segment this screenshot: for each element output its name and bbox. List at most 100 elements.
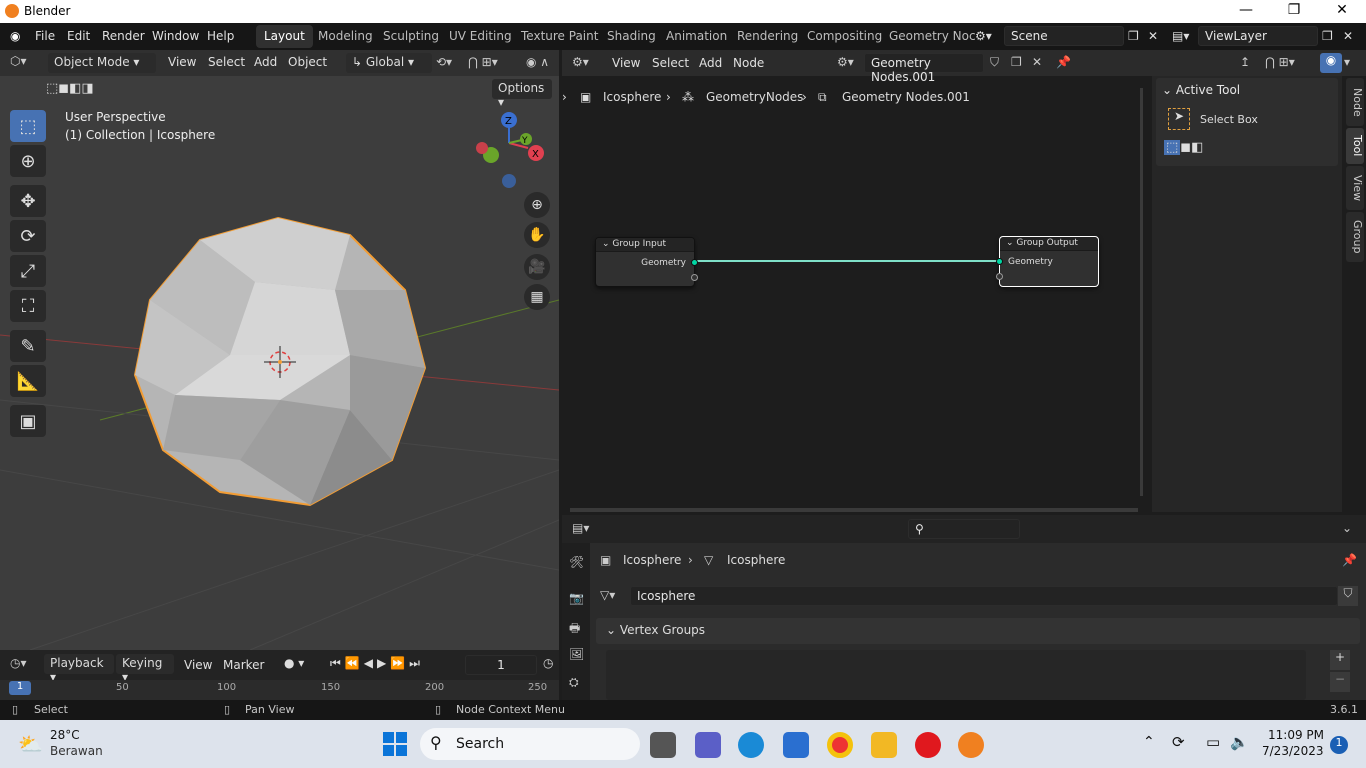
- tab-layout[interactable]: Layout: [256, 25, 313, 48]
- volume-icon[interactable]: 🔈: [1230, 733, 1249, 751]
- properties-options-icon[interactable]: ⌄: [1342, 521, 1352, 535]
- pan-hand-icon[interactable]: ✋: [524, 222, 550, 248]
- viewport-menu-select[interactable]: Select: [208, 55, 245, 69]
- measure-tool[interactable]: 📐: [10, 365, 46, 397]
- zoom-icon[interactable]: ⊕: [524, 192, 550, 218]
- 3d-viewport[interactable]: ⬡▾ Object Mode ▾ View Select Add Object …: [0, 50, 559, 650]
- snap-icon[interactable]: ⋂ ⊞▾: [468, 55, 498, 69]
- tab-rendering[interactable]: Rendering: [729, 25, 806, 48]
- annotate-tool[interactable]: ✎: [10, 330, 46, 362]
- tab-compositing[interactable]: Compositing: [799, 25, 890, 48]
- new-viewlayer-icon[interactable]: ❐: [1322, 29, 1333, 43]
- close-button[interactable]: ✕: [1322, 2, 1362, 18]
- edge-icon[interactable]: [738, 732, 764, 758]
- playback-dropdown[interactable]: Playback ▾: [44, 654, 114, 684]
- group-output-geometry-socket[interactable]: [996, 258, 1003, 265]
- mesh-fake-user-icon[interactable]: ⛉: [1338, 586, 1358, 606]
- transform-tool[interactable]: ⛶: [10, 290, 46, 322]
- navigation-gizmo[interactable]: Z X Y: [470, 108, 550, 188]
- properties-editor[interactable]: ▤▾ ⚲ ⌄ 🛠 📷 🖶 🖼 ⛭ ▣ Icosphere › ▽ Icosphe…: [562, 515, 1366, 700]
- chrome-icon[interactable]: [827, 732, 853, 758]
- tab-group[interactable]: Group: [1346, 212, 1364, 262]
- clock-icon[interactable]: ◷: [543, 656, 553, 670]
- rotate-tool[interactable]: ⟳: [10, 220, 46, 252]
- tab-sculpting[interactable]: Sculpting: [375, 25, 447, 48]
- blender-menu-icon[interactable]: ◉: [10, 29, 20, 43]
- vertex-groups-panel-header[interactable]: [596, 618, 1360, 644]
- tab-node[interactable]: Node: [1346, 78, 1364, 126]
- select-box-tool[interactable]: ⬚: [10, 110, 46, 142]
- vertex-groups-list[interactable]: [606, 650, 1306, 700]
- menu-help[interactable]: Help: [207, 29, 234, 43]
- select-mode-icons[interactable]: ⬚◼◧◨: [46, 81, 94, 96]
- tab-view[interactable]: View: [1346, 166, 1364, 210]
- remove-vertex-group-icon[interactable]: −: [1330, 672, 1350, 692]
- scene-name-field[interactable]: Scene: [1004, 26, 1124, 46]
- viewport-menu-object[interactable]: Object: [288, 55, 327, 69]
- sync-icon[interactable]: ⟳: [1172, 733, 1185, 751]
- playback-controls[interactable]: ⏮⏪◀▶⏩⏭: [330, 656, 424, 671]
- mesh-name-field[interactable]: Icosphere: [630, 586, 1338, 606]
- network-icon[interactable]: ▭: [1206, 733, 1220, 751]
- viewlayer-name-field[interactable]: ViewLayer: [1198, 26, 1318, 46]
- viewlayer-selector-icon[interactable]: ▤▾: [1172, 29, 1189, 43]
- scene-selector-icon[interactable]: ⚙▾: [975, 29, 992, 43]
- tab-shading[interactable]: Shading: [599, 25, 664, 48]
- clock-time[interactable]: 11:09 PM: [1268, 728, 1324, 742]
- taskbar-search[interactable]: [420, 728, 640, 760]
- group-output-node[interactable]: ⌄ Group Output Geometry: [996, 236, 1099, 287]
- node-editor[interactable]: ⚙▾ View Select Add Node ⚙▾ Geometry Node…: [562, 50, 1366, 512]
- cursor-tool[interactable]: ⊕: [10, 145, 46, 177]
- output-tab-icon[interactable]: 🖶: [569, 619, 580, 640]
- timeline-menu-marker[interactable]: Marker: [223, 658, 264, 672]
- scene-tab-icon[interactable]: ⛭: [569, 675, 579, 690]
- active-tool-header[interactable]: ⌄ Active Tool: [1162, 83, 1240, 97]
- opera-icon[interactable]: [915, 732, 941, 758]
- options-dropdown[interactable]: Options ▾: [492, 79, 552, 109]
- menu-edit[interactable]: Edit: [67, 29, 90, 43]
- maximize-button[interactable]: ❐: [1274, 2, 1314, 18]
- properties-search-field[interactable]: ⚲: [908, 519, 1020, 539]
- move-tool[interactable]: ✥: [10, 185, 46, 217]
- group-input-empty-socket[interactable]: [691, 274, 698, 281]
- properties-pin-icon[interactable]: 📌: [1342, 553, 1357, 567]
- notification-badge[interactable]: 1: [1330, 736, 1348, 754]
- timeline-menu-view[interactable]: View: [184, 658, 212, 672]
- node-editor-hscrollbar[interactable]: [570, 508, 1138, 512]
- proportional-edit-icon[interactable]: ◉ ∧: [526, 55, 549, 69]
- minimize-button[interactable]: —: [1226, 2, 1266, 18]
- group-output-empty-socket[interactable]: [996, 273, 1003, 280]
- add-vertex-group-icon[interactable]: +: [1330, 650, 1350, 670]
- properties-editor-type-icon[interactable]: ▤▾: [572, 521, 589, 535]
- timeline[interactable]: ◷▾ Playback ▾ Keying ▾ View Marker ● ▾ ⏮…: [0, 650, 559, 700]
- delete-viewlayer-icon[interactable]: ✕: [1343, 29, 1353, 43]
- tray-chevron-icon[interactable]: ⌃: [1143, 734, 1155, 750]
- record-icon[interactable]: ● ▾: [284, 656, 304, 670]
- pivot-icon[interactable]: ⟲▾: [436, 55, 452, 69]
- mesh-browse-icon[interactable]: ▽▾: [600, 588, 615, 602]
- current-frame-field[interactable]: 1: [465, 655, 537, 675]
- start-button-icon[interactable]: [383, 732, 407, 756]
- add-cube-tool[interactable]: ▣: [10, 405, 46, 437]
- render-tab-icon[interactable]: 📷: [569, 591, 584, 605]
- grid-ortho-icon[interactable]: ▦: [524, 284, 550, 310]
- teams-icon[interactable]: [695, 732, 721, 758]
- camera-icon[interactable]: 🎥: [524, 254, 550, 280]
- scale-tool[interactable]: ⤢: [10, 255, 46, 287]
- tab-geometry-nodes[interactable]: Geometry Noc: [881, 25, 984, 48]
- menu-file[interactable]: File: [35, 29, 55, 43]
- task-view-icon[interactable]: [650, 732, 676, 758]
- current-frame-indicator[interactable]: 1: [9, 681, 31, 695]
- menu-window[interactable]: Window: [152, 29, 199, 43]
- transform-orientation-dropdown[interactable]: ↳ Global ▾: [346, 53, 432, 73]
- delete-scene-icon[interactable]: ✕: [1148, 29, 1158, 43]
- tool-tab-icon[interactable]: 🛠: [569, 555, 584, 569]
- new-scene-icon[interactable]: ❐: [1128, 29, 1139, 43]
- view-layer-tab-icon[interactable]: 🖼: [569, 647, 584, 661]
- viewport-menu-view[interactable]: View: [168, 55, 196, 69]
- weather-cloud-icon[interactable]: ⛅: [18, 732, 43, 756]
- tab-animation[interactable]: Animation: [658, 25, 735, 48]
- tab-tool[interactable]: Tool: [1346, 128, 1364, 164]
- tab-modeling[interactable]: Modeling: [310, 25, 381, 48]
- tab-uv-editing[interactable]: UV Editing: [441, 25, 520, 48]
